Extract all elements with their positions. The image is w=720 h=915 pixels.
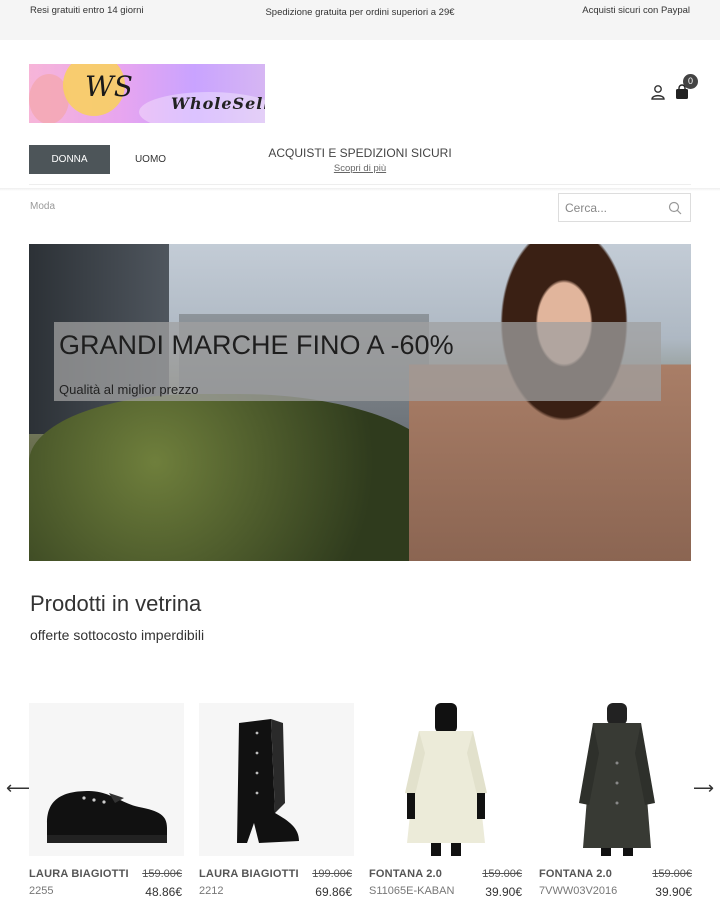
product-price: 48.86€ — [145, 885, 182, 899]
product-card[interactable]: LAURA BIAGIOTTI 2255 159.00€ 48.86€ — [29, 703, 184, 901]
product-price: 39.90€ — [485, 885, 522, 899]
search-input[interactable] — [559, 194, 659, 221]
carousel-prev-arrow-icon[interactable]: ⟵ — [6, 778, 32, 799]
product-old-price: 159.00€ — [142, 868, 182, 880]
cart-button[interactable]: 0 — [674, 74, 698, 100]
product-card[interactable]: FONTANA 2.0 S11065E-KABAN 159.00€ 39.90€ — [369, 703, 524, 901]
hero-subtitle: Qualità al miglior prezzo — [59, 382, 199, 397]
nav-item-uomo[interactable]: UOMO — [110, 145, 191, 174]
promo-title: ACQUISTI E SPEDIZIONI SICURI — [268, 146, 452, 160]
product-card[interactable]: FONTANA 2.0 7VWW03V2016 159.00€ 39.90€ — [539, 703, 694, 901]
product-code: 2255 — [29, 885, 54, 897]
header-divider — [29, 184, 691, 185]
hero-model — [409, 244, 691, 561]
product-info: LAURA BIAGIOTTI 2255 159.00€ 48.86€ — [29, 861, 184, 901]
user-icon[interactable] — [650, 84, 666, 100]
header-icons: 0 — [650, 74, 698, 100]
product-brand[interactable]: LAURA BIAGIOTTI — [29, 868, 129, 880]
main-nav: DONNA UOMO — [29, 145, 191, 174]
top-info-bar: Resi gratuiti entro 14 giorni Spedizione… — [0, 0, 720, 40]
product-info: FONTANA 2.0 7VWW03V2016 159.00€ 39.90€ — [539, 861, 694, 901]
product-brand[interactable]: FONTANA 2.0 — [539, 868, 612, 880]
shipping-notice: Spedizione gratuita per ordini superiori… — [265, 7, 455, 18]
product-carousel: LAURA BIAGIOTTI 2255 159.00€ 48.86€ LAUR… — [29, 703, 694, 901]
product-info: LAURA BIAGIOTTI 2212 199.00€ 69.86€ — [199, 861, 354, 901]
header-shadow — [0, 188, 720, 191]
hero-banner[interactable]: GRANDI MARCHE FINO A -60% Qualità al mig… — [29, 244, 691, 561]
hero-trees — [29, 394, 449, 561]
search-box — [558, 193, 691, 222]
breadcrumb[interactable]: Moda — [30, 201, 55, 212]
product-old-price: 159.00€ — [482, 868, 522, 880]
search-icon[interactable] — [668, 201, 682, 220]
product-card[interactable]: LAURA BIAGIOTTI 2212 199.00€ 69.86€ — [199, 703, 354, 901]
logo-ws-text: WS — [85, 70, 133, 103]
product-code: 2212 — [199, 885, 224, 897]
product-old-price: 159.00€ — [652, 868, 692, 880]
section-subtitle: offerte sottocosto imperdibili — [30, 627, 205, 643]
nav-item-donna[interactable]: DONNA — [29, 145, 110, 174]
product-image-cream-coat[interactable] — [369, 703, 524, 856]
product-price: 39.90€ — [655, 885, 692, 899]
product-image-boot[interactable] — [199, 703, 354, 856]
returns-notice: Resi gratuiti entro 14 giorni — [30, 5, 144, 16]
product-image-shoe[interactable] — [29, 703, 184, 856]
product-old-price: 199.00€ — [312, 868, 352, 880]
product-code: 7VWW03V2016 — [539, 885, 618, 897]
site-logo[interactable]: WS WholeSell — [29, 64, 265, 123]
product-info: FONTANA 2.0 S11065E-KABAN 159.00€ 39.90€ — [369, 861, 524, 901]
section-title: Prodotti in vetrina — [30, 591, 202, 616]
promo-link[interactable]: Scopri di più — [250, 163, 470, 174]
promo-block: ACQUISTI E SPEDIZIONI SICURI Scopri di p… — [250, 146, 470, 174]
product-price: 69.86€ — [315, 885, 352, 899]
product-code: S11065E-KABAN — [369, 885, 455, 897]
logo-wholesell-text: WholeSell — [171, 94, 265, 113]
site-header: WS WholeSell 0 DONNA UOMO ACQUISTI E SPE… — [0, 40, 720, 230]
product-brand[interactable]: LAURA BIAGIOTTI — [199, 868, 299, 880]
product-brand[interactable]: FONTANA 2.0 — [369, 868, 442, 880]
hero-title: GRANDI MARCHE FINO A -60% — [59, 330, 454, 360]
cart-count-badge: 0 — [683, 74, 698, 89]
product-image-dark-coat[interactable] — [539, 703, 694, 856]
paypal-notice: Acquisti sicuri con Paypal — [582, 5, 690, 16]
